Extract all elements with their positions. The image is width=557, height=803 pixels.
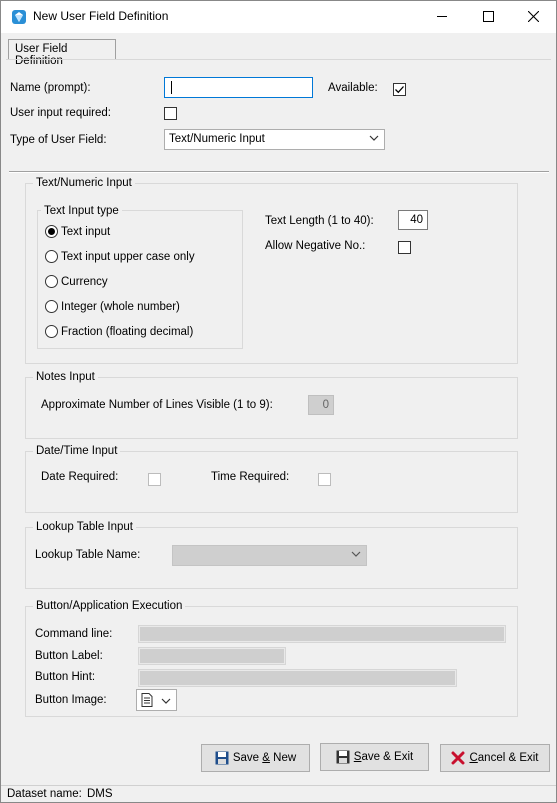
chevron-down-icon [351, 551, 361, 557]
radio-upper-case[interactable] [45, 250, 58, 263]
app-logo-icon [12, 10, 26, 24]
radio-currency-label: Currency [61, 276, 108, 288]
datetime-title: Date/Time Input [33, 445, 121, 457]
close-icon [527, 11, 539, 22]
allow-negative-label: Allow Negative No.: [265, 240, 366, 252]
close-button[interactable] [510, 1, 556, 32]
notes-title: Notes Input [33, 371, 98, 383]
cancel-x-icon [451, 751, 465, 765]
button-label-input[interactable] [138, 647, 286, 665]
save-new-button[interactable]: Save & New [201, 744, 310, 772]
minimize-icon [436, 16, 447, 17]
floppy-disk-icon [336, 750, 350, 764]
section-separator [9, 171, 549, 173]
available-label: Available: [328, 82, 378, 94]
status-bar: Dataset name: DMS [1, 785, 556, 803]
text-length-label: Text Length (1 to 40): [265, 215, 374, 227]
time-required-checkbox[interactable] [318, 473, 331, 486]
save-exit-button[interactable]: Save & Exit [320, 743, 429, 771]
save-new-label: Save & New [232, 752, 297, 764]
radio-text-input-label: Text input [61, 226, 111, 238]
save-exit-label: Save & Exit [353, 751, 414, 763]
text-numeric-title: Text/Numeric Input [33, 177, 135, 189]
radio-fraction-label: Fraction (floating decimal) [61, 326, 194, 338]
radio-text-input[interactable] [45, 225, 58, 238]
name-label: Name (prompt): [10, 82, 91, 94]
checkmark-icon [395, 86, 404, 94]
required-label: User input required: [10, 107, 111, 119]
floppy-disk-icon [215, 751, 229, 765]
type-label: Type of User Field: [10, 134, 107, 146]
cancel-exit-button[interactable]: Cancel & Exit [440, 744, 550, 772]
date-required-checkbox[interactable] [148, 473, 161, 486]
text-length-input[interactable]: 40 [398, 210, 428, 230]
lookup-table-select[interactable] [172, 545, 367, 566]
dataset-name-label: Dataset name: [7, 788, 82, 800]
maximize-button[interactable] [465, 1, 511, 32]
radio-integer-label: Integer (whole number) [61, 301, 180, 313]
button-exec-title: Button/Application Execution [33, 600, 186, 612]
radio-fraction[interactable] [45, 325, 58, 338]
button-image-picker[interactable] [136, 689, 177, 711]
lookup-title: Lookup Table Input [33, 521, 136, 533]
dialog-window: New User Field Definition User Field Def… [0, 0, 557, 803]
button-hint-input[interactable] [138, 669, 457, 687]
command-line-input[interactable] [138, 625, 506, 643]
lines-visible-input[interactable]: 0 [308, 395, 334, 415]
date-required-label: Date Required: [41, 471, 119, 483]
radio-integer[interactable] [45, 300, 58, 313]
command-line-label: Command line: [35, 628, 113, 640]
button-image-label: Button Image: [35, 694, 107, 706]
chevron-down-icon [369, 135, 379, 141]
type-select-value: Text/Numeric Input [169, 133, 265, 145]
button-hint-label: Button Hint: [35, 671, 96, 683]
button-label-label: Button Label: [35, 650, 103, 662]
text-input-type-title: Text Input type [41, 205, 122, 217]
chevron-down-icon [161, 698, 171, 704]
required-checkbox[interactable] [164, 107, 177, 120]
time-required-label: Time Required: [211, 471, 290, 483]
cancel-exit-label: Cancel & Exit [469, 752, 539, 764]
document-icon [141, 693, 153, 707]
lines-visible-label: Approximate Number of Lines Visible (1 t… [41, 399, 273, 411]
radio-currency[interactable] [45, 275, 58, 288]
available-checkbox[interactable] [393, 83, 406, 96]
text-caret [171, 81, 172, 94]
maximize-icon [482, 11, 494, 22]
allow-negative-checkbox[interactable] [398, 241, 411, 254]
type-select[interactable]: Text/Numeric Input [164, 129, 385, 150]
tab-user-field-definition[interactable]: User Field Definition [8, 39, 116, 67]
dataset-name-value: DMS [87, 788, 113, 800]
lookup-table-name-label: Lookup Table Name: [35, 549, 141, 561]
name-input[interactable] [164, 77, 313, 98]
radio-upper-case-label: Text input upper case only [61, 251, 195, 263]
minimize-button[interactable] [419, 1, 465, 32]
window-title: New User Field Definition [33, 9, 169, 23]
title-bar: New User Field Definition [1, 1, 556, 33]
tab-divider [6, 59, 551, 60]
